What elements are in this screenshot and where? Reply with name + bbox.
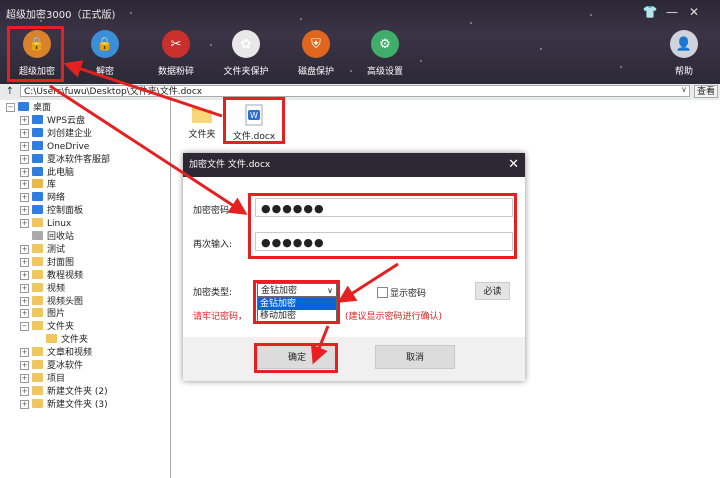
arrow-to-ok <box>310 325 330 365</box>
annotation-arrows <box>49 60 399 365</box>
arrow-to-select <box>337 262 399 303</box>
arrow-to-password <box>49 84 248 215</box>
arrow-to-super-encrypt <box>63 60 223 118</box>
